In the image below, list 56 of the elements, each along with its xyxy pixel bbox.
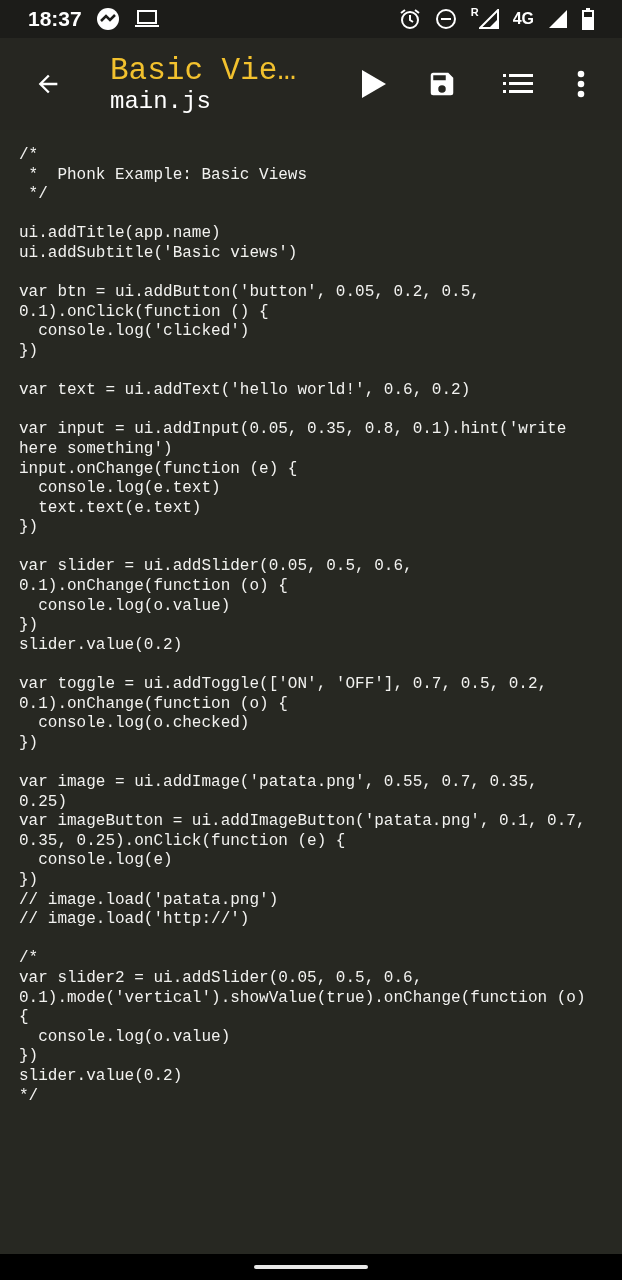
code-line: var text = ui.addText('hello world!', 0.6, 0.2)	[19, 381, 472, 401]
code-line: /*	[19, 949, 40, 969]
code-line: })	[19, 1047, 40, 1067]
laptop-icon	[133, 9, 160, 29]
network-type: 4G	[512, 10, 534, 28]
code-line: var toggle = ui.addToggle(['ON', 'OFF'], 0.7, 0.5, 0.2,	[19, 675, 549, 695]
code-line: var slider2 = ui.addSlider(0.05, 0.5, 0.6,	[19, 968, 424, 989]
code-line: console.log(o.value)	[37, 1027, 232, 1048]
code-line: input.onChange(function (e) {	[19, 459, 299, 480]
code-line: })	[19, 733, 40, 754]
code-line: 0.1).onClick(function () {	[19, 302, 270, 323]
code-line: var input = ui.addInput(0.05, 0.35, 0.8, 0.1).hint('write	[19, 420, 568, 440]
signal-icon	[548, 9, 568, 29]
code-line: ui.addTitle(app.name)	[19, 224, 222, 244]
code-line: * Phonk Example: Basic Views	[27, 165, 309, 186]
code-line: // image.load('patata.png')	[19, 890, 280, 911]
code-line: })	[19, 870, 40, 891]
code-line: console.log(e.text)	[37, 479, 222, 499]
code-line: slider.value(0.2)	[19, 635, 184, 656]
code-line: console.log(e)	[37, 851, 174, 871]
toolbar-subtitle: main.js	[110, 88, 212, 115]
code-line: console.log(o.checked)	[37, 714, 251, 734]
code-line: console.log(o.value)	[37, 596, 232, 617]
signal-icon	[478, 9, 499, 29]
list-icon	[503, 73, 533, 95]
code-line: 0.1).mode('vertical').showValue(true).onChange(function (o)	[19, 988, 587, 1009]
roaming-indicator: R	[470, 6, 479, 18]
code-line: text.text(e.text)	[37, 498, 203, 519]
code-line: slider.value(0.2)	[19, 1066, 184, 1087]
code-line: ui.addSubtitle('Basic views')	[19, 243, 299, 264]
sync-icon	[95, 7, 120, 31]
battery-icon	[582, 8, 594, 30]
toolbar-title: Basic Vie…	[110, 53, 298, 88]
code-line: 0.1).onChange(function (o) {	[19, 577, 289, 597]
code-line: here something')	[19, 439, 174, 460]
code-line: })	[19, 341, 40, 362]
code-line: var slider = ui.addSlider(0.05, 0.5, 0.6,	[19, 557, 414, 578]
play-icon	[361, 69, 387, 99]
code-line: })	[19, 518, 40, 538]
code-line: 0.25)	[19, 792, 68, 813]
code-line: */	[19, 1086, 40, 1107]
code-line: var imageButton = ui.addImageButton('patata.png', 0.1, 0.7,	[19, 812, 587, 832]
code-line: })	[19, 616, 40, 636]
code-line: */	[27, 185, 49, 205]
alarm-icon	[398, 8, 421, 30]
code-line: {	[19, 1008, 30, 1028]
code-line: 0.1).onChange(function (o) {	[19, 694, 289, 715]
code-line: /*	[19, 146, 40, 166]
code-line: var btn = ui.addButton('button', 0.05, 0.2, 0.5,	[19, 283, 481, 303]
code-line: console.log('clicked')	[37, 322, 251, 342]
status-time: 18:37	[28, 7, 82, 31]
code-line: 0.35, 0.25).onClick(function (e) {	[19, 831, 347, 852]
do-not-disturb-icon	[434, 8, 457, 30]
code-line: // image.load('http://')	[19, 910, 251, 930]
code-line: var image = ui.addImage('patata.png', 0.55, 0.7, 0.35,	[19, 773, 539, 793]
more-vertical-icon	[577, 70, 585, 98]
